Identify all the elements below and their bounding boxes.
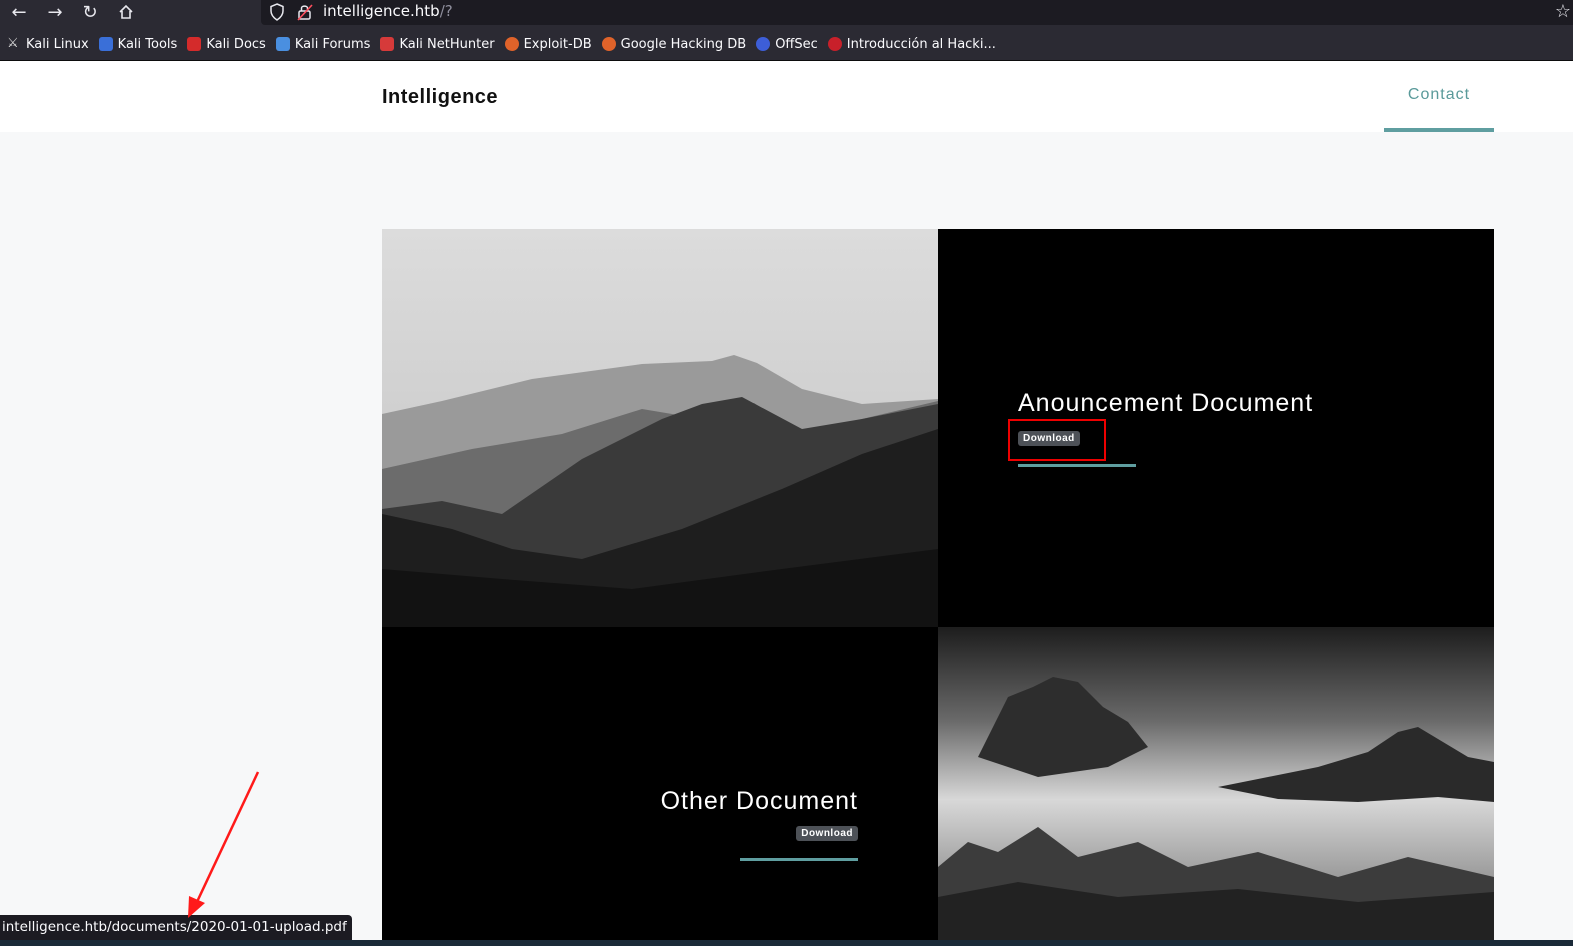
kali-docs-icon bbox=[187, 37, 202, 51]
title-underline bbox=[740, 858, 858, 861]
nav-contact-link[interactable]: Contact bbox=[1384, 86, 1494, 104]
back-icon[interactable]: ← bbox=[4, 0, 34, 24]
hacking-course-icon bbox=[827, 37, 842, 51]
download-button[interactable]: Download bbox=[796, 826, 858, 841]
url-host: intelligence.htb bbox=[323, 2, 440, 20]
bookmark-label: Kali Tools bbox=[117, 36, 178, 52]
kali-forums-icon bbox=[275, 37, 290, 51]
document-title: Other Document bbox=[660, 787, 858, 815]
link-status-bar: intelligence.htb/documents/2020-01-01-up… bbox=[0, 915, 352, 940]
bookmark-label: Kali Docs bbox=[206, 36, 266, 52]
title-underline bbox=[1018, 464, 1136, 467]
bookmark-kali-tools[interactable]: Kali Tools bbox=[98, 36, 178, 52]
bookmark-label: Google Hacking DB bbox=[620, 36, 747, 52]
shield-icon[interactable] bbox=[269, 3, 285, 21]
documents-grid: Anouncement Document Download Other Docu… bbox=[382, 229, 1494, 941]
site-header bbox=[0, 61, 1573, 132]
url-text[interactable]: intelligence.htb/? bbox=[323, 2, 453, 20]
exploit-db-icon bbox=[504, 37, 519, 51]
offsec-icon bbox=[756, 37, 771, 51]
kali-tools-icon bbox=[98, 37, 113, 51]
url-bar[interactable]: intelligence.htb/? ☆ bbox=[261, 0, 1573, 25]
site-brand[interactable]: Intelligence bbox=[382, 86, 498, 109]
bookmark-kali-nethunter[interactable]: Kali NetHunter bbox=[380, 36, 495, 52]
nav-active-underline bbox=[1384, 128, 1494, 132]
nethunter-icon bbox=[380, 37, 395, 51]
url-path: /? bbox=[439, 2, 453, 20]
bookmark-kali-forums[interactable]: Kali Forums bbox=[275, 36, 371, 52]
bookmark-label: Introducción al Hacki... bbox=[846, 36, 996, 52]
bookmark-kali-docs[interactable]: Kali Docs bbox=[187, 37, 266, 52]
insecure-lock-icon[interactable] bbox=[297, 3, 313, 21]
mountains-image bbox=[382, 229, 938, 627]
bookmark-offsec[interactable]: OffSec bbox=[756, 37, 818, 52]
foggy-mountains-image bbox=[938, 627, 1494, 941]
document-card-announcement: Anouncement Document Download bbox=[938, 229, 1494, 627]
bookmark-label: Kali Forums bbox=[294, 36, 371, 52]
document-title: Anouncement Document bbox=[1018, 389, 1314, 417]
reload-icon[interactable]: ↻ bbox=[75, 0, 105, 24]
bookmark-label: Kali NetHunter bbox=[399, 36, 495, 52]
bookmark-exploit-db[interactable]: Exploit-DB bbox=[504, 36, 592, 52]
bookmark-google-hacking-db[interactable]: Google Hacking DB bbox=[601, 36, 747, 52]
bookmark-kali-linux[interactable]: ⚔ Kali Linux bbox=[7, 37, 89, 52]
browser-toolbar: ← → ↻ intelligence.htb/? ☆ bbox=[0, 0, 1573, 28]
kali-dragon-icon: ⚔ bbox=[7, 37, 21, 51]
bookmark-label: OffSec bbox=[775, 36, 818, 52]
bookmarks-toolbar: ⚔ Kali Linux Kali Tools Kali Docs Kali Fo… bbox=[0, 28, 1573, 61]
forward-icon[interactable]: → bbox=[40, 0, 70, 24]
highlight-box bbox=[1008, 419, 1106, 461]
bookmark-introduccion-hacking[interactable]: Introducción al Hacki... bbox=[827, 36, 996, 52]
bookmark-label: Kali Linux bbox=[26, 36, 89, 52]
bookmark-star-icon[interactable]: ☆ bbox=[1555, 1, 1571, 22]
ghdb-icon bbox=[601, 37, 616, 51]
document-card-other: Other Document Download bbox=[382, 627, 938, 941]
taskbar-strip bbox=[0, 940, 1573, 946]
home-icon[interactable] bbox=[111, 0, 141, 24]
bookmark-label: Exploit-DB bbox=[523, 36, 592, 52]
